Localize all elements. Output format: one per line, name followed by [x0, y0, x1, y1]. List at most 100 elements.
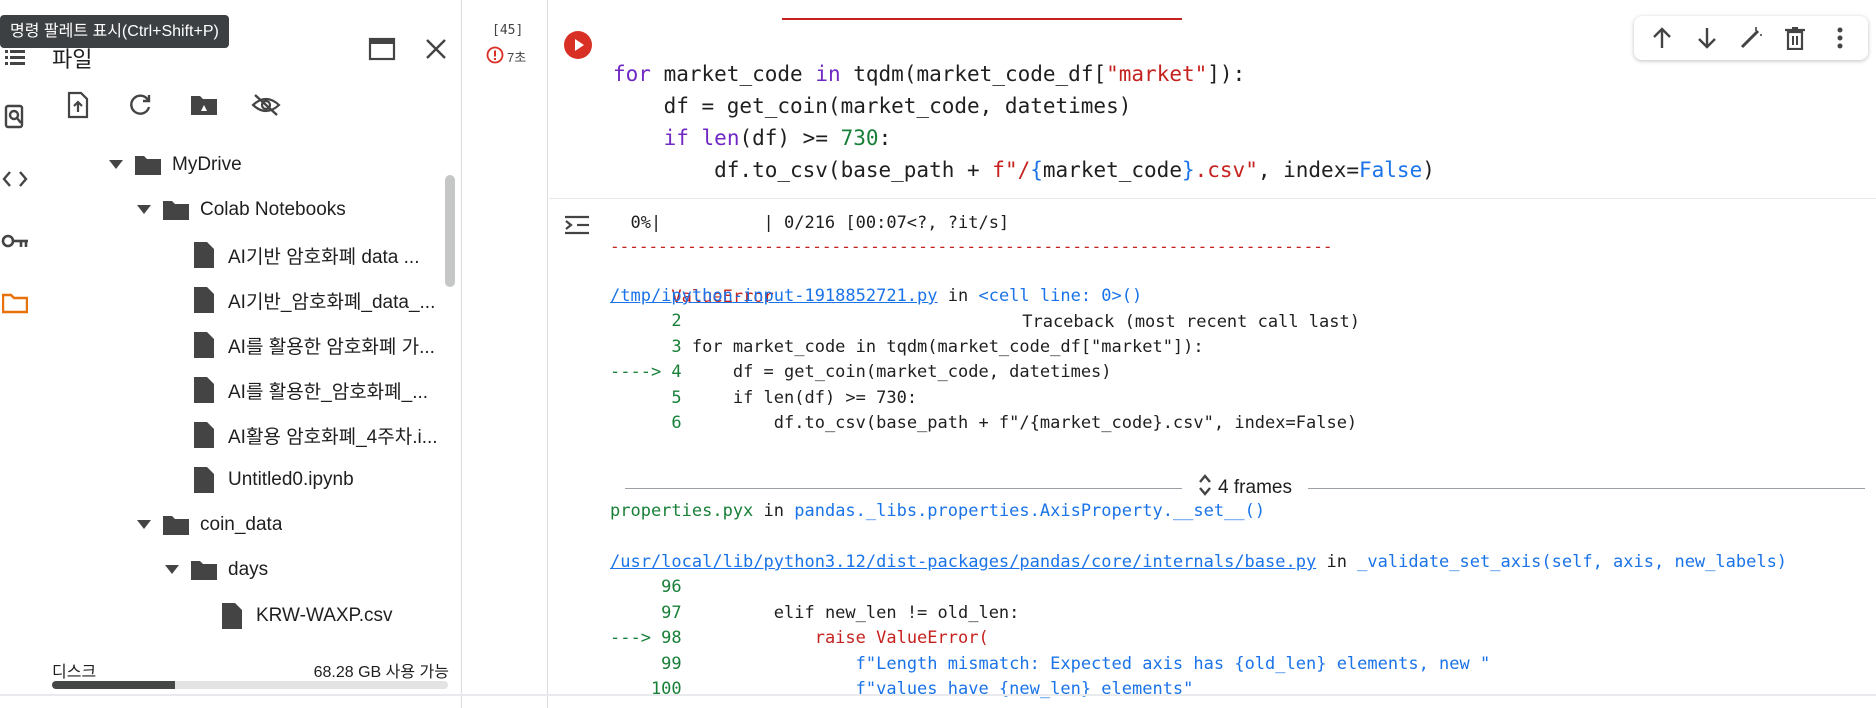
source-line: 2	[610, 309, 1357, 335]
refresh-icon[interactable]	[122, 87, 158, 123]
output-actions-icon[interactable]	[563, 213, 593, 239]
disk-usage-fill	[52, 681, 175, 689]
disk-label: 디스크	[52, 664, 97, 681]
frame-file-link[interactable]: /tmp/ipython-input-1918852721.py	[610, 286, 938, 306]
tree-item-file[interactable]: AI활용 암호화폐_4주차.i...	[190, 413, 440, 457]
edit-icon[interactable]	[1733, 20, 1769, 56]
disk-free: 68.28 GB 사용 가능	[313, 664, 449, 681]
find-replace-icon[interactable]	[0, 102, 30, 132]
tree-item-file[interactable]: AI기반 암호화폐 data ...	[190, 233, 440, 277]
chevron-down-icon[interactable]	[132, 198, 156, 222]
frame-file-link[interactable]: /usr/local/lib/python3.12/dist-packages/…	[610, 552, 1316, 572]
execution-time: 7초	[486, 46, 526, 67]
move-down-icon[interactable]	[1689, 20, 1725, 56]
code-line: df = get_coin(market_code, datetimes)	[613, 94, 1132, 118]
folder-icon	[162, 511, 190, 539]
tree-item-label: AI활용 암호화폐_4주차.i...	[228, 426, 438, 448]
folder-icon	[190, 556, 218, 584]
file-icon	[190, 466, 218, 494]
source-line: 3 for market_code in tqdm(market_code_df…	[610, 335, 1357, 361]
frame-header: /usr/local/lib/python3.12/dist-packages/…	[610, 550, 1787, 576]
line-number: 5	[610, 387, 682, 408]
code-editor[interactable]: for market_code in tqdm(market_code_df["…	[613, 58, 1435, 186]
tree-item-label: Colab Notebooks	[200, 199, 346, 220]
chevron-down-icon[interactable]	[104, 153, 128, 177]
tree-item-file[interactable]: Untitled0.ipynb	[190, 458, 440, 502]
line-code: df = get_coin(market_code, datetimes)	[681, 362, 1112, 382]
source-line: 5 if len(df) >= 730:	[610, 386, 1357, 412]
frame-header: /tmp/ipython-input-1918852721.py in <cel…	[610, 284, 1142, 310]
source-line: 100 f"values have {new_len} elements"	[610, 677, 1490, 703]
folder-icon[interactable]	[0, 288, 30, 318]
code-cell[interactable]: for market_code in tqdm(market_code_df["…	[549, 0, 1876, 708]
source-line: 96	[610, 575, 1490, 601]
folder-icon	[134, 151, 162, 179]
upload-icon[interactable]	[60, 87, 96, 123]
file-browser-panel: 파일 MyDrive Colab Notebooks AI기반 암호화폐 dat…	[40, 0, 462, 708]
folder-icon	[162, 196, 190, 224]
tree-item-colab-notebooks[interactable]: Colab Notebooks	[132, 188, 346, 232]
source-line: ----> 4 df = get_coin(market_code, datet…	[610, 360, 1357, 386]
tree-item-days[interactable]: days	[160, 548, 268, 592]
run-cell-icon[interactable]	[563, 30, 593, 60]
progress-bar-text: 0%| | 0/216 [00:07<?, ?it/s]	[610, 213, 1010, 233]
line-number: 2	[610, 311, 682, 331]
tree-item-label: AI를 활용한_암호화폐_...	[228, 381, 429, 403]
frame-source: 96 97 elif new_len != old_len: ---> 98 ra…	[610, 575, 1490, 703]
tree-item-file[interactable]: AI를 활용한_암호화폐_...	[190, 368, 440, 412]
line-number: ----> 4	[610, 362, 682, 382]
more-options-icon[interactable]	[1822, 20, 1858, 56]
chevron-down-icon[interactable]	[132, 513, 156, 537]
frames-rule	[625, 487, 1183, 489]
tree-item-label: MyDrive	[172, 154, 242, 175]
line-code: if len(df) >= 730:	[681, 387, 918, 408]
line-number: 3	[610, 336, 682, 357]
cell-output: 0%| | 0/216 [00:07<?, ?it/s] -----------…	[549, 198, 1876, 699]
line-number: 99	[610, 653, 682, 674]
code-snippets-icon[interactable]	[0, 164, 30, 194]
file-icon	[218, 602, 246, 630]
hide-files-icon[interactable]	[248, 87, 284, 123]
file-icon	[190, 421, 218, 449]
close-icon[interactable]	[418, 31, 454, 67]
line-code: df.to_csv(base_path + f"/{market_code}.c…	[681, 413, 1358, 433]
line-code: for market_code in tqdm(market_code_df["…	[681, 336, 1204, 357]
tree-item-file[interactable]: KRW-WAXP.csv	[218, 594, 438, 638]
bottom-border	[0, 694, 1876, 696]
execution-count: [45]	[492, 23, 524, 38]
delete-icon[interactable]	[1777, 20, 1813, 56]
chevron-down-icon[interactable]	[160, 558, 184, 582]
tree-item-label: days	[228, 559, 269, 580]
source-line: 99 f"Length mismatch: Expected axis has …	[610, 652, 1490, 678]
tree-item-file[interactable]: AI기반_암호화폐_data_...	[190, 278, 440, 322]
line-number: ---> 98	[610, 628, 682, 648]
frame-header: properties.pyx in pandas._libs.propertie…	[610, 499, 1265, 525]
file-icon	[190, 331, 218, 359]
frame-context: <cell line: 0>()	[978, 286, 1143, 306]
cell-gutter: [45] 7초	[462, 0, 548, 708]
tree-item-label: AI기반 암호화폐 data ...	[228, 246, 420, 268]
in-word: in	[753, 501, 795, 521]
line-code: f"Length mismatch: Expected axis has {ol…	[681, 653, 1491, 674]
code-line: for market_code in tqdm(market_code_df["…	[613, 62, 1246, 86]
new-window-icon[interactable]	[364, 31, 400, 67]
move-up-icon[interactable]	[1644, 20, 1680, 56]
key-icon[interactable]	[0, 226, 30, 256]
line-number: 100	[610, 679, 682, 699]
tree-item-label: Untitled0.ipynb	[228, 469, 354, 490]
previous-line-underline	[782, 0, 1182, 20]
execution-time-label: 7초	[507, 50, 527, 65]
file-icon	[190, 286, 218, 314]
mount-drive-icon[interactable]	[186, 87, 222, 123]
tree-item-coin-data[interactable]: coin_data	[132, 503, 282, 547]
code-line: df.to_csv(base_path + f"/{market_code}.c…	[613, 158, 1435, 182]
tree-item-mydrive[interactable]: MyDrive	[104, 143, 242, 187]
file-tree-scrollbar[interactable]	[445, 175, 455, 287]
tree-item-label: AI기반_암호화폐_data_...	[228, 291, 436, 313]
frame-context: pandas._libs.properties.AxisProperty.__s…	[794, 501, 1266, 521]
traceback-divider: ----------------------------------------…	[610, 237, 1333, 256]
line-code: elif new_len != old_len:	[681, 602, 1020, 623]
tree-item-label: coin_data	[200, 514, 283, 535]
line-code: f"values have {new_len} elements"	[681, 679, 1194, 699]
tree-item-file[interactable]: AI를 활용한 암호화폐 가...	[190, 323, 440, 367]
